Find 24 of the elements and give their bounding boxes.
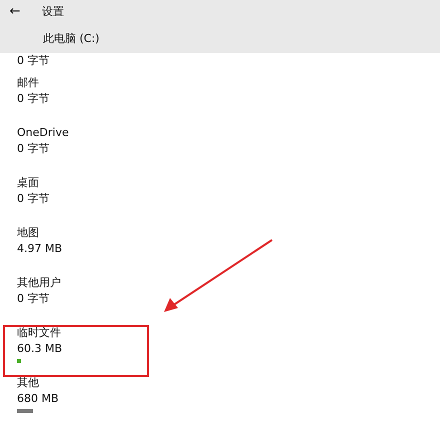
category-row[interactable]: OneDrive 0 字节 (0, 119, 440, 169)
category-row[interactable]: 邮件 0 字节 (0, 69, 440, 119)
category-name: 其他用户 (17, 275, 61, 291)
category-size: 0 字节 (17, 291, 50, 307)
category-row[interactable]: 其他 680 MB (0, 369, 440, 419)
drive-size: 0 字节 (16, 53, 50, 69)
category-size: 680 MB (17, 391, 59, 407)
category-size: 4.97 MB (17, 241, 62, 257)
category-name: OneDrive (17, 125, 69, 141)
category-row[interactable]: 桌面 0 字节 (0, 169, 440, 219)
category-name: 邮件 (17, 75, 39, 91)
category-size: 0 字节 (17, 91, 50, 107)
window-title: 设置 (42, 4, 64, 18)
category-row[interactable]: 其他用户 0 字节 (0, 269, 440, 319)
category-name: 桌面 (17, 175, 39, 191)
category-size: 60.3 MB (17, 341, 62, 357)
back-button[interactable]: ← (0, 4, 30, 18)
category-name: 其他 (17, 375, 39, 391)
category-name: 地图 (17, 225, 39, 241)
category-size: 0 字节 (17, 141, 50, 157)
category-name: 临时文件 (17, 325, 61, 341)
category-size: 0 字节 (17, 191, 50, 207)
category-row[interactable]: 地图 4.97 MB (0, 219, 440, 269)
drive-name: 此电脑 (C:) (42, 31, 100, 46)
